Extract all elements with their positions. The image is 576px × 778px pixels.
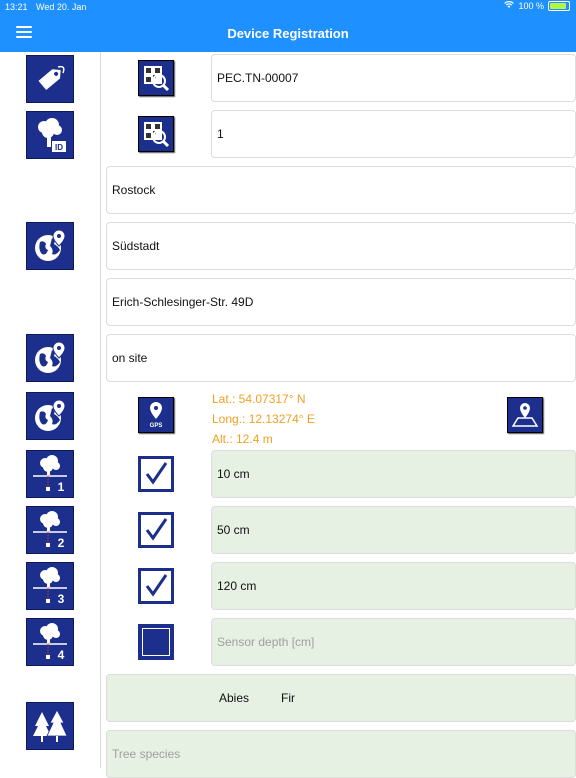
gps-longitude: Long.: 12.13274° E [212, 412, 315, 426]
map-pin-icon [511, 403, 539, 427]
sensor-1-icon: 1 [26, 450, 74, 498]
sensor-4-depth-field[interactable]: Sensor depth [cm] [211, 618, 576, 666]
sensor-number: 4 [58, 648, 65, 662]
sensor-2-checkbox[interactable] [138, 512, 174, 548]
globe-location-icon [26, 222, 74, 270]
scan-serial-button[interactable] [138, 60, 174, 96]
sensor-2-depth-field[interactable]: 50 cm [211, 506, 576, 554]
checkmark-icon [145, 518, 168, 541]
sensor-2-icon: 2 [26, 506, 74, 554]
species-latin: Abies [219, 691, 250, 705]
sensor-3-icon: 3 [26, 562, 74, 610]
species-common: Fir [281, 691, 295, 705]
district-field[interactable]: Südstadt [106, 222, 576, 270]
checkmark-icon [145, 574, 168, 597]
tree-species-field[interactable]: Tree species [106, 730, 576, 778]
globe-location-icon [26, 334, 74, 382]
sensor-1-checkbox[interactable] [138, 456, 174, 492]
column-divider [100, 52, 101, 768]
gps-latitude: Lat.: 54.07317° N [212, 392, 306, 406]
street-field[interactable]: Erich-Schlesinger-Str. 49D [106, 278, 576, 326]
sensor-number: 1 [58, 480, 65, 494]
checkmark-icon [145, 462, 168, 485]
species-field[interactable]: Abies Fir [106, 674, 576, 722]
gps-button[interactable]: GPS [138, 397, 174, 433]
sensor-number: 2 [58, 536, 65, 550]
status-time: 13:21 [5, 2, 28, 12]
battery-icon [548, 1, 570, 11]
scan-tree-id-button[interactable] [138, 116, 174, 152]
status-bar: 13:21 Wed 20. Jan 100 % [0, 0, 576, 14]
gps-pin-icon [150, 402, 162, 419]
sensor-4-icon: 4 [26, 618, 74, 666]
gps-altitude: Alt.: 12.4 m [212, 432, 273, 446]
gps-button-label: GPS [150, 423, 163, 429]
serial-field[interactable]: PEC.TN-00007 [211, 54, 576, 102]
nav-bar: Device Registration [0, 14, 576, 52]
city-field[interactable]: Rostock [106, 166, 576, 214]
gps-readout: Lat.: 54.07317° N Long.: 12.13274° E Alt… [212, 389, 315, 449]
status-date: Wed 20. Jan [36, 2, 87, 12]
location-mode-field[interactable]: on site [106, 334, 576, 382]
globe-location-icon [26, 392, 74, 440]
map-button[interactable] [507, 397, 543, 433]
forest-icon [26, 702, 74, 750]
qr-scan-icon [144, 66, 170, 92]
sensor-number: 3 [58, 592, 65, 606]
wifi-icon [504, 1, 515, 11]
sensor-4-checkbox[interactable] [138, 624, 174, 660]
page-title: Device Registration [227, 26, 349, 41]
tag-icon [26, 55, 74, 103]
battery-percent: 100 % [518, 1, 544, 11]
sensor-3-depth-field[interactable]: 120 cm [211, 562, 576, 610]
tree-id-icon: ID [26, 111, 74, 159]
svg-text:ID: ID [55, 143, 63, 152]
status-right: 100 % [504, 1, 570, 11]
sensor-3-checkbox[interactable] [138, 568, 174, 604]
qr-scan-icon [144, 122, 170, 148]
tree-id-field[interactable]: 1 [211, 110, 576, 158]
sensor-1-depth-field[interactable]: 10 cm [211, 450, 576, 498]
